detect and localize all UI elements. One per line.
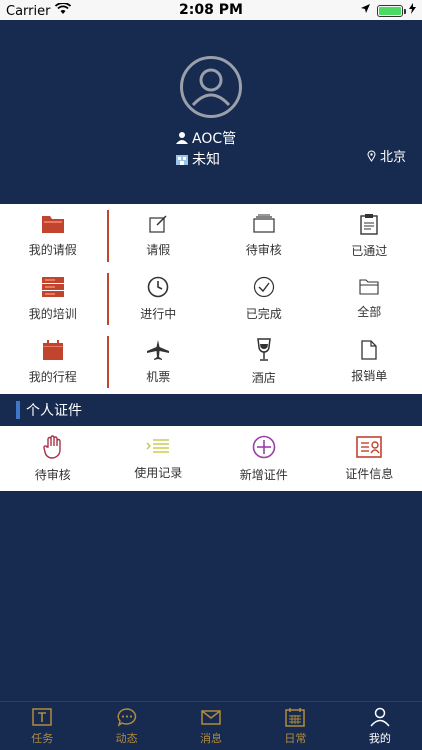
tab-mine-label: 我的 — [368, 731, 391, 745]
my-leave-button[interactable]: 我的请假 — [0, 204, 106, 267]
plus-circle-icon — [252, 435, 276, 458]
task-icon — [32, 707, 52, 726]
leave-approved-label: 已通过 — [351, 243, 388, 258]
user-avatar-icon — [191, 68, 231, 107]
clipboard-icon — [360, 213, 378, 235]
location-arrow-icon — [360, 3, 371, 18]
envelope-icon — [201, 709, 221, 725]
training-row: 我的培训 进行中 已完成 全部 — [0, 267, 422, 330]
certificates-section-header: 个人证件 — [0, 394, 422, 426]
training-ongoing-label: 进行中 — [140, 306, 177, 321]
row-divider — [107, 273, 109, 325]
apply-leave-label: 请假 — [146, 242, 171, 257]
avatar[interactable] — [180, 56, 242, 118]
section-accent-bar — [16, 401, 20, 419]
tab-messages[interactable]: 消息 — [169, 702, 253, 750]
calendar-icon — [42, 339, 63, 360]
chat-bubble-icon — [117, 707, 136, 727]
cert-info-label: 证件信息 — [345, 466, 394, 481]
cert-usage-record-label: 使用记录 — [134, 465, 183, 480]
leave-approved-button[interactable]: 已通过 — [317, 204, 422, 267]
tab-tasks[interactable]: 任务 — [0, 702, 84, 750]
leave-pending-label: 待审核 — [245, 242, 282, 257]
user-name-row: AOC管 — [175, 128, 236, 148]
inbox-icon — [253, 214, 275, 233]
user-department: 未知 — [192, 152, 220, 168]
certificates-row: 待审核 使用记录 新增证件 证件信息 — [0, 426, 422, 491]
department-icon — [176, 155, 188, 165]
my-training-label: 我的培训 — [28, 306, 77, 321]
training-all-label: 全部 — [357, 304, 382, 319]
map-pin-icon — [367, 150, 376, 162]
location-label: 北京 — [379, 150, 406, 165]
tab-feed[interactable]: 动态 — [84, 702, 168, 750]
function-grid: 我的请假 请假 待审核 已通过 我的培训 进行中 已完成 全部 我的行程 机票 … — [0, 204, 422, 394]
expense-report-label: 报销单 — [351, 368, 388, 383]
expense-report-button[interactable]: 报销单 — [317, 330, 422, 393]
certificates-title: 个人证件 — [26, 403, 82, 419]
charging-icon — [409, 3, 416, 18]
person-icon — [176, 132, 188, 144]
tab-mine[interactable]: 我的 — [338, 702, 422, 750]
training-ongoing-button[interactable]: 进行中 — [106, 267, 212, 330]
bottom-tab-bar: 任务 动态 消息 日常 我的 — [0, 701, 422, 750]
profile-header: AOC管 未知 北京 — [0, 20, 422, 204]
edit-icon — [149, 214, 167, 233]
cert-info-button[interactable]: 证件信息 — [317, 426, 422, 491]
my-leave-label: 我的请假 — [28, 242, 77, 257]
folder-icon — [41, 215, 64, 233]
list-icon — [146, 438, 170, 453]
cert-pending-button[interactable]: 待审核 — [0, 426, 106, 491]
status-bar: Carrier 2:08 PM — [0, 0, 422, 20]
clock: 2:08 PM — [179, 2, 243, 18]
row-divider — [107, 210, 109, 262]
document-icon — [361, 339, 377, 360]
cert-pending-label: 待审核 — [34, 467, 71, 482]
my-trip-label: 我的行程 — [28, 369, 77, 384]
leave-row: 我的请假 请假 待审核 已通过 — [0, 204, 422, 267]
airplane-icon — [147, 339, 170, 360]
apply-leave-button[interactable]: 请假 — [106, 204, 212, 267]
battery-icon — [377, 4, 406, 17]
training-all-button[interactable]: 全部 — [317, 267, 422, 330]
trip-row: 我的行程 机票 酒店 报销单 — [0, 330, 422, 393]
tab-daily[interactable]: 日常 — [253, 702, 337, 750]
cert-add-label: 新增证件 — [239, 467, 288, 482]
my-training-button[interactable]: 我的培训 — [0, 267, 106, 330]
id-card-icon — [356, 435, 383, 458]
my-trip-button[interactable]: 我的行程 — [0, 330, 106, 393]
flight-ticket-button[interactable]: 机票 — [106, 330, 212, 393]
tab-messages-label: 消息 — [200, 731, 223, 745]
row-divider — [107, 336, 109, 388]
hotel-label: 酒店 — [251, 370, 276, 385]
flight-ticket-label: 机票 — [146, 369, 171, 384]
tab-tasks-label: 任务 — [31, 731, 54, 745]
hand-icon — [43, 434, 61, 459]
calendar-grid-icon — [285, 707, 306, 727]
cert-add-button[interactable]: 新增证件 — [211, 426, 317, 491]
user-icon — [370, 707, 390, 726]
location[interactable]: 北京 — [367, 146, 406, 165]
folder-outline-icon — [359, 278, 379, 295]
training-completed-label: 已完成 — [245, 306, 282, 321]
check-circle-icon — [253, 276, 274, 297]
tab-daily-label: 日常 — [284, 731, 307, 745]
cert-usage-record-button[interactable]: 使用记录 — [106, 426, 212, 491]
hotel-button[interactable]: 酒店 — [211, 330, 317, 393]
training-completed-button[interactable]: 已完成 — [211, 267, 317, 330]
user-name: AOC管 — [192, 131, 237, 147]
server-icon — [41, 276, 64, 297]
wine-glass-icon — [256, 337, 271, 361]
clock-icon — [147, 276, 169, 297]
tab-feed-label: 动态 — [115, 731, 138, 745]
user-dept-row: 未知 — [175, 149, 220, 169]
leave-pending-button[interactable]: 待审核 — [211, 204, 317, 267]
